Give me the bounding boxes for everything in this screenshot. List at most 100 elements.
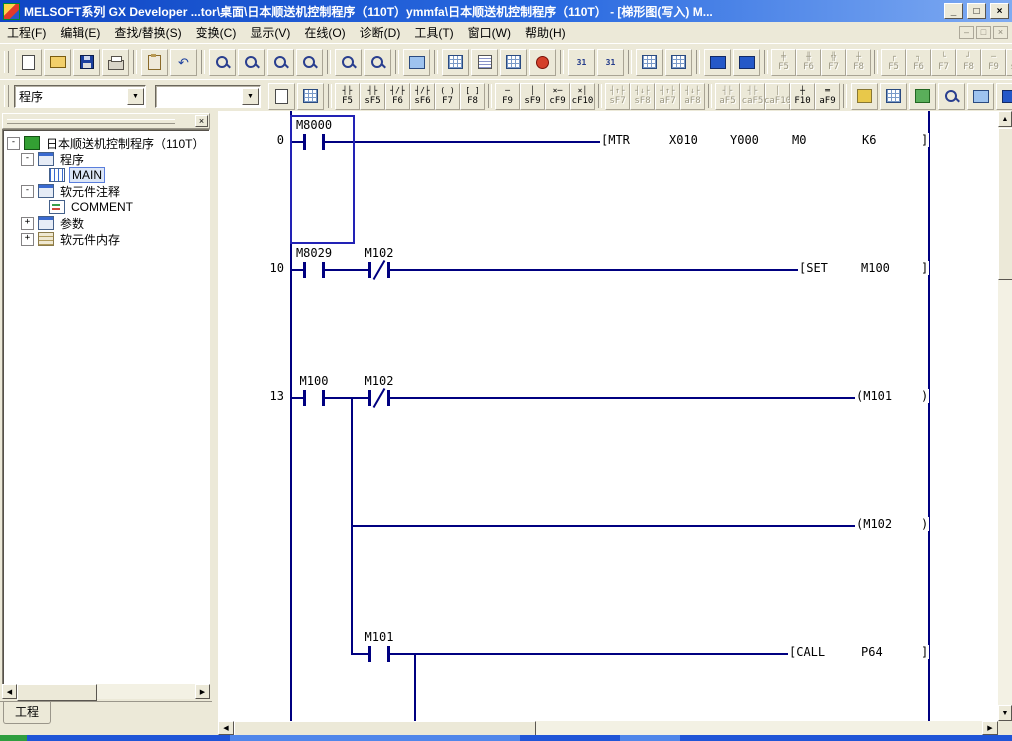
mdi-minimize-button[interactable]: – (959, 26, 974, 39)
maximize-button[interactable]: □ (967, 3, 986, 19)
chevron-down-icon[interactable]: ▼ (127, 88, 144, 105)
paste-button[interactable] (141, 49, 168, 76)
find-contact-coil-button[interactable] (335, 49, 362, 76)
device-memory-button[interactable] (909, 83, 936, 110)
list-display-button[interactable] (471, 49, 498, 76)
operand-m0[interactable]: M0 (791, 133, 807, 147)
coil-m102[interactable]: (M102 (855, 517, 893, 531)
rule-line-button[interactable]: ═aF9 (815, 83, 840, 110)
scroll-down-icon[interactable]: ▼ (998, 705, 1012, 721)
menu-convert[interactable]: 变换(C) (189, 22, 244, 43)
menu-diagnostics[interactable]: 诊断(D) (353, 22, 408, 43)
parallel-rising-pulse-button[interactable]: ┤↑├aF7 (655, 83, 680, 110)
sfc-step-f5-button[interactable]: ┌F5 (881, 49, 906, 76)
transfer-setup-button[interactable] (996, 83, 1012, 110)
find-string-button[interactable] (267, 49, 294, 76)
tree-item-main[interactable]: MAIN (69, 167, 105, 183)
ladder-display-button[interactable] (442, 49, 469, 76)
operand-y000[interactable]: Y000 (729, 133, 760, 147)
menu-tools[interactable]: 工具(T) (407, 22, 460, 43)
comment-edit-button[interactable] (938, 83, 965, 110)
draw-line-button[interactable]: ┼F10 (790, 83, 815, 110)
sfc-symbol-f7-button[interactable]: ╬F7 (821, 49, 846, 76)
sfc-step-f6-button[interactable]: ┐F6 (906, 49, 931, 76)
instruction-call[interactable]: [CALL (788, 645, 826, 659)
contact-m100[interactable] (303, 390, 325, 406)
sfc-symbol-f5-button[interactable]: ╪F5 (771, 49, 796, 76)
delete-horizontal-line-button[interactable]: ×─cF9 (545, 83, 570, 110)
comment-display-button[interactable] (636, 49, 663, 76)
monitor-write-button[interactable] (733, 49, 760, 76)
mdi-close-button[interactable]: × (993, 26, 1008, 39)
menu-window[interactable]: 窗口(W) (461, 22, 518, 43)
program-type-combo[interactable]: 程序 ▼ (14, 85, 146, 108)
falling-pulse-button[interactable]: ┤↓├sF8 (630, 83, 655, 110)
close-button[interactable]: × (990, 3, 1009, 19)
start-button-edge[interactable] (0, 735, 27, 741)
sfc-symbol-f8-button[interactable]: ┼F8 (846, 49, 871, 76)
find-instruction-button[interactable] (238, 49, 265, 76)
menu-online[interactable]: 在线(O) (297, 22, 352, 43)
toolbar-grip[interactable] (4, 85, 9, 107)
note-display-button[interactable]: 31 (597, 49, 624, 76)
scroll-up-icon[interactable]: ▲ (998, 111, 1012, 127)
toolbar-grip[interactable] (4, 51, 9, 73)
sfc-display-button[interactable] (500, 49, 527, 76)
vertical-line-button[interactable]: │sF9 (520, 83, 545, 110)
ladder-list-toggle-button[interactable] (297, 83, 324, 110)
scroll-right-icon[interactable]: ▶ (195, 684, 210, 699)
operand-k6[interactable]: K6 (861, 133, 877, 147)
device-search-combo[interactable]: ▼ (155, 85, 261, 108)
display-screen-button[interactable] (403, 49, 430, 76)
project-data-list-button[interactable] (851, 83, 878, 110)
new-project-button[interactable] (15, 49, 42, 76)
save-project-button[interactable] (73, 49, 100, 76)
instruction-set[interactable]: [SET (798, 261, 829, 275)
undo-button[interactable]: ↶ (170, 49, 197, 76)
monitor-start-button[interactable] (704, 49, 731, 76)
device-display-button[interactable] (665, 49, 692, 76)
find-step-button[interactable] (364, 49, 391, 76)
rising-pulse-button[interactable]: ┤↑├sF7 (605, 83, 630, 110)
contact-m8029[interactable] (303, 262, 325, 278)
menu-edit[interactable]: 编辑(E) (53, 22, 107, 43)
menu-project[interactable]: 工程(F) (0, 22, 53, 43)
parallel-falling-pulse-button[interactable]: ┤↓├aF8 (680, 83, 705, 110)
expander-plus-icon[interactable]: + (21, 217, 34, 230)
expander-plus-icon[interactable]: + (21, 233, 34, 246)
contact-m101[interactable] (368, 646, 390, 662)
sfc-symbol-f6-button[interactable]: ╫F6 (796, 49, 821, 76)
scroll-left-icon[interactable]: ◀ (2, 684, 17, 699)
expander-minus-icon[interactable]: - (21, 185, 34, 198)
sfc-step-f8-button[interactable]: ┘F8 (956, 49, 981, 76)
tree-item-device-memory[interactable]: 软元件内存 (58, 231, 122, 248)
instruction-mtr[interactable]: [MTR (600, 133, 631, 147)
menu-help[interactable]: 帮助(H) (518, 22, 573, 43)
minimize-button[interactable]: _ (944, 3, 963, 19)
application-instruction-button[interactable]: [ ]F8 (460, 83, 485, 110)
delete-vertical-line-button[interactable]: ×│cF10 (570, 83, 595, 110)
delete-line-button[interactable]: │caF10 (765, 83, 790, 110)
find-device-button[interactable] (209, 49, 236, 76)
operand-x010[interactable]: X010 (668, 133, 699, 147)
open-contact-button[interactable]: ┤├F5 (335, 83, 360, 110)
parallel-closed-contact-button[interactable]: ┤/├sF6 (410, 83, 435, 110)
expander-minus-icon[interactable]: - (7, 137, 20, 150)
menu-view[interactable]: 显示(V) (243, 22, 297, 43)
open-project-button[interactable] (44, 49, 71, 76)
menu-find-replace[interactable]: 查找/替换(S) (107, 22, 188, 43)
operand-m100[interactable]: M100 (860, 261, 891, 275)
coil-button[interactable]: ( )F7 (435, 83, 460, 110)
device-use-list-button[interactable] (880, 83, 907, 110)
convert-operation-button[interactable]: ┤├caF5 (740, 83, 765, 110)
verify-button[interactable] (967, 83, 994, 110)
tab-project[interactable]: 工程 (3, 702, 51, 724)
comment-search-button[interactable] (268, 83, 295, 110)
print-button[interactable] (102, 49, 129, 76)
sfc-line-sf9-button[interactable]: │sF9 (1006, 49, 1012, 76)
ladder-editor[interactable]: 0 M8000 [MTR X010 Y000 M0 K6 ] 10 M8029 … (218, 111, 998, 721)
tree-item-program[interactable]: 程序 (58, 151, 86, 168)
horizontal-line-button[interactable]: ─F9 (495, 83, 520, 110)
sfc-line-f9-button[interactable]: ─F9 (981, 49, 1006, 76)
tree-item-comment[interactable]: COMMENT (69, 200, 135, 214)
